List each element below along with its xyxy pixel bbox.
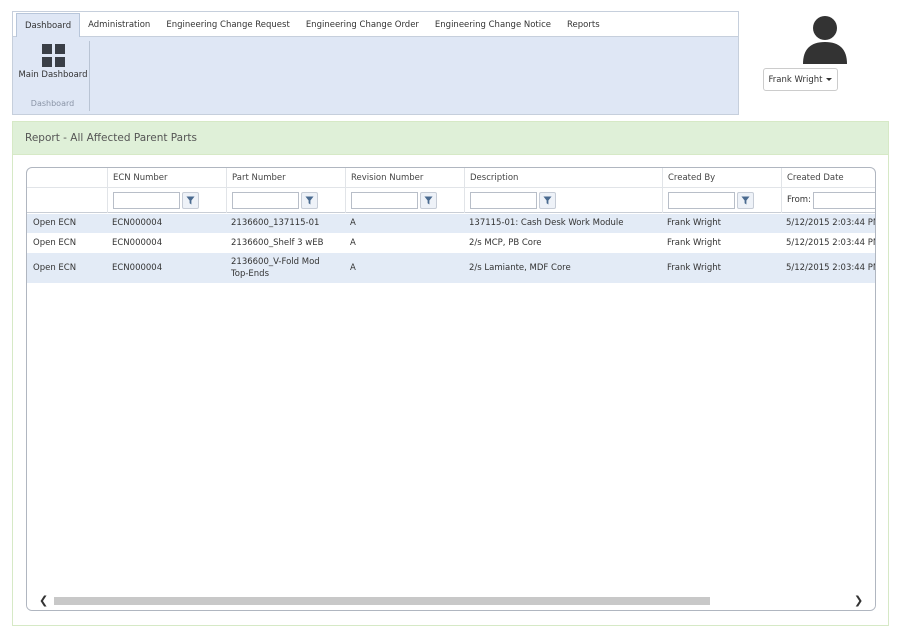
- tab-dashboard[interactable]: Dashboard: [16, 13, 81, 37]
- cell-revision-number: A: [350, 238, 356, 248]
- ecn-number-filter-button[interactable]: [182, 192, 199, 209]
- filter-icon: [543, 196, 552, 205]
- scroll-right-icon[interactable]: ❯: [854, 595, 863, 606]
- cell-description: 2/s Lamiante, MDF Core: [469, 263, 571, 273]
- description-filter-button[interactable]: [539, 192, 556, 209]
- ribbon-group-dashboard: Main Dashboard Dashboard: [16, 41, 90, 111]
- column-header-description[interactable]: Description: [464, 168, 662, 188]
- report-grid: ECN Number Part Number Revision Number D…: [26, 167, 876, 611]
- ribbon-group-label: Dashboard: [30, 99, 75, 108]
- cell-part-number: 2136600_V-Fold Mod Top-Ends: [226, 256, 320, 280]
- cell-part-number: 2136600_137115-01: [231, 218, 320, 228]
- cell-created-date: 5/12/2015 2:03:44 PM: [786, 238, 876, 248]
- tab-engineering-change-notice[interactable]: Engineering Change Notice: [427, 14, 559, 36]
- description-filter-input[interactable]: [470, 192, 537, 209]
- filter-cell-ecn-number: [107, 188, 226, 213]
- column-header-action[interactable]: [27, 168, 107, 188]
- column-header-part-number[interactable]: Part Number: [226, 168, 345, 188]
- tab-administration[interactable]: Administration: [80, 14, 158, 36]
- scrollbar-thumb[interactable]: [54, 597, 710, 605]
- column-header-revision-number[interactable]: Revision Number: [345, 168, 464, 188]
- cell-description: 137115-01: Cash Desk Work Module: [469, 218, 624, 228]
- cell-ecn-number: ECN000004: [112, 263, 163, 273]
- cell-created-by: Frank Wright: [667, 263, 721, 273]
- tab-reports[interactable]: Reports: [559, 14, 608, 36]
- table-row: Open ECN ECN000004 2136600_V-Fold Mod To…: [27, 253, 876, 283]
- table-row: Open ECN ECN000004 2136600_Shelf 3 wEB A…: [27, 233, 876, 253]
- filter-icon: [305, 196, 314, 205]
- filter-cell-revision-number: [345, 188, 464, 213]
- grid-header-row: ECN Number Part Number Revision Number D…: [27, 168, 875, 188]
- part-number-filter-input[interactable]: [232, 192, 299, 209]
- scroll-left-icon[interactable]: ❮: [39, 595, 48, 606]
- column-header-ecn-number[interactable]: ECN Number: [107, 168, 226, 188]
- filter-cell-description: [464, 188, 662, 213]
- revision-number-filter-button[interactable]: [420, 192, 437, 209]
- column-header-created-date[interactable]: Created Date: [781, 168, 875, 188]
- column-header-created-by[interactable]: Created By: [662, 168, 781, 188]
- revision-number-filter-input[interactable]: [351, 192, 418, 209]
- main-dashboard-button[interactable]: Main Dashboard: [18, 41, 88, 91]
- part-number-filter-button[interactable]: [301, 192, 318, 209]
- user-avatar-icon: [803, 16, 847, 64]
- main-dashboard-label: Main Dashboard: [18, 70, 88, 80]
- filter-icon: [424, 196, 433, 205]
- open-ecn-link[interactable]: Open ECN: [28, 214, 76, 233]
- table-row: Open ECN ECN000004 2136600_137115-01 A 1…: [27, 214, 876, 233]
- filter-icon: [741, 196, 750, 205]
- filter-cell-created-by: [662, 188, 781, 213]
- filter-icon: [186, 196, 195, 205]
- cell-created-date: 5/12/2015 2:03:44 PM: [786, 263, 876, 273]
- cell-part-number-line1: 2136600_V-Fold Mod: [231, 257, 320, 267]
- grid-filter-row: From:: [27, 188, 875, 213]
- cell-ecn-number: ECN000004: [112, 218, 163, 228]
- cell-part-number: 2136600_Shelf 3 wEB: [231, 238, 324, 248]
- cell-revision-number: A: [350, 218, 356, 228]
- open-ecn-link[interactable]: Open ECN: [28, 233, 76, 253]
- open-ecn-link[interactable]: Open ECN: [28, 253, 76, 283]
- ribbon: Dashboard Administration Engineering Cha…: [12, 11, 739, 115]
- user-name: Frank Wright: [768, 74, 823, 85]
- ribbon-tabs: Dashboard Administration Engineering Cha…: [13, 12, 738, 37]
- ecn-number-filter-input[interactable]: [113, 192, 180, 209]
- created-by-filter-button[interactable]: [737, 192, 754, 209]
- report-panel: Report - All Affected Parent Parts ECN N…: [12, 121, 889, 626]
- grid-icon: [41, 44, 65, 67]
- report-title: Report - All Affected Parent Parts: [13, 122, 888, 155]
- grid-content: ECN Number Part Number Revision Number D…: [27, 168, 876, 593]
- horizontal-scrollbar[interactable]: ❮ ❯: [27, 591, 875, 610]
- filter-cell-created-date: From:: [781, 188, 875, 213]
- cell-created-by: Frank Wright: [667, 238, 721, 248]
- caret-down-icon: [826, 78, 833, 81]
- created-by-filter-input[interactable]: [668, 192, 735, 209]
- cell-created-by: Frank Wright: [667, 218, 721, 228]
- filter-cell-action: [27, 188, 107, 213]
- filter-cell-part-number: [226, 188, 345, 213]
- user-menu-button[interactable]: Frank Wright: [763, 68, 838, 91]
- cell-part-number-line2: Top-Ends: [231, 269, 269, 279]
- cell-ecn-number: ECN000004: [112, 238, 163, 248]
- created-date-from-label: From:: [787, 195, 811, 205]
- cell-revision-number: A: [350, 263, 356, 273]
- cell-description: 2/s MCP, PB Core: [469, 238, 542, 248]
- created-date-from-input[interactable]: [813, 192, 875, 209]
- cell-created-date: 5/12/2015 2:03:44 PM: [786, 218, 876, 228]
- tab-engineering-change-order[interactable]: Engineering Change Order: [298, 14, 427, 36]
- tab-engineering-change-request[interactable]: Engineering Change Request: [158, 14, 297, 36]
